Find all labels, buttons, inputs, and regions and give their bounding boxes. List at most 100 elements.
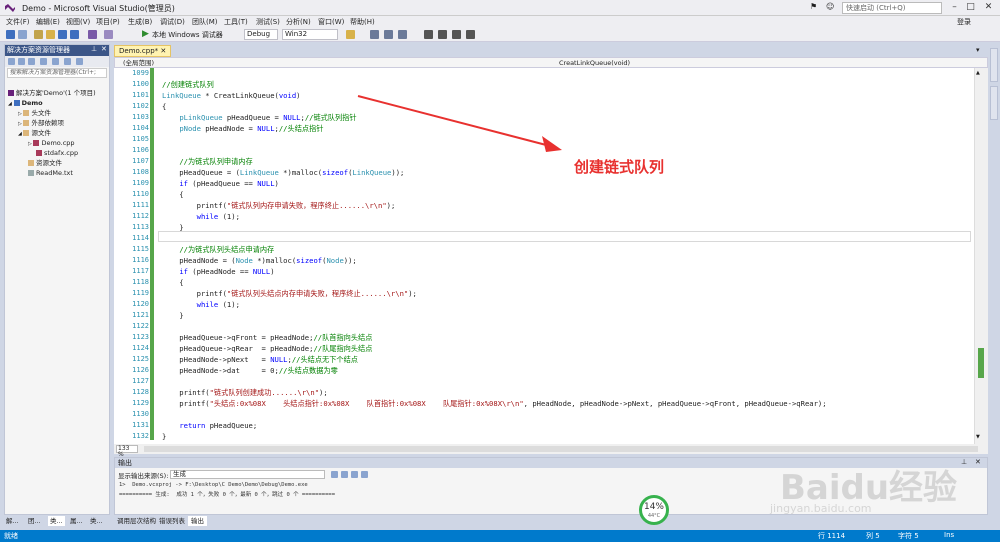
undo-icon[interactable]	[88, 30, 97, 39]
tree-source-files[interactable]: ◢ 源文件	[18, 128, 51, 138]
code-line[interactable]: if (pHeadNode == NULL)	[162, 267, 274, 276]
configuration-select[interactable]: Debug	[244, 29, 278, 40]
menu-team[interactable]: 团队(M)	[192, 17, 218, 27]
code-line[interactable]: printf("链式队列创建成功......\r\n");	[162, 388, 327, 398]
sol-properties-icon[interactable]	[76, 58, 83, 65]
tab-class-view[interactable]: 类...	[48, 516, 65, 526]
code-line[interactable]: }	[162, 432, 166, 441]
code-line[interactable]: printf("头结点:0x%08X 头结点指针:0x%08X 队首指针:0x%…	[162, 399, 826, 409]
indent-icon[interactable]	[384, 30, 393, 39]
tab-close-icon[interactable]: ✕	[160, 47, 166, 55]
menu-build[interactable]: 生成(B)	[128, 17, 152, 27]
code-line[interactable]: }	[162, 311, 183, 320]
solution-search-input[interactable]: 搜索解决方案资源管理器(Ctrl+;	[7, 68, 107, 78]
output-clear-icon[interactable]	[351, 471, 358, 478]
tab-demo-cpp[interactable]: Demo.cpp* ✕	[114, 45, 172, 57]
code-line[interactable]: printf("链式队列头结点内存申请失败，程序终止......\r\n");	[162, 289, 417, 299]
start-debug-icon[interactable]: ▶	[142, 29, 149, 39]
tab-team[interactable]: 团...	[26, 516, 43, 526]
new-project-icon[interactable]	[34, 30, 43, 39]
code-line[interactable]: pHeadQueue->qRear = pHeadNode;//队尾指向头结点	[162, 344, 372, 354]
code-line[interactable]: while (1);	[162, 212, 240, 221]
code-line[interactable]: pHeadQueue->qFront = pHeadNode;//队首指向头结点	[162, 333, 372, 343]
code-line[interactable]: LinkQueue * CreatLinkQueue(void)	[162, 91, 300, 100]
tab-overflow-icon[interactable]: ▾	[976, 46, 980, 54]
sign-in-link[interactable]: 登录	[957, 17, 971, 27]
platform-select[interactable]: Win32	[282, 29, 338, 40]
minimize-icon[interactable]: –	[948, 1, 961, 14]
tab-call-hierarchy[interactable]: 调用层次结构	[114, 516, 159, 526]
scope-dropdown[interactable]: (全局范围)	[123, 58, 154, 68]
zoom-select[interactable]: 133 %	[116, 445, 138, 458]
next-bookmark-icon[interactable]	[452, 30, 461, 39]
sol-home-icon[interactable]	[28, 58, 35, 65]
menu-view[interactable]: 视图(V)	[66, 17, 90, 27]
tree-resource-files[interactable]: 资源文件	[28, 158, 62, 168]
debugger-target[interactable]: 本地 Windows 调试器	[152, 30, 223, 40]
code-line[interactable]: if (pHeadQueue == NULL)	[162, 179, 279, 188]
menu-project[interactable]: 项目(P)	[96, 17, 120, 27]
save-all-icon[interactable]	[70, 30, 79, 39]
menu-edit[interactable]: 编辑(E)	[36, 17, 60, 27]
code-line[interactable]: pHeadNode = (Node *)malloc(sizeof(Node))…	[162, 256, 356, 265]
code-line[interactable]: //为链式队列申请内存	[162, 157, 252, 167]
output-prev-icon[interactable]	[341, 471, 348, 478]
code-line[interactable]: //为链式队列头结点申请内存	[162, 245, 274, 255]
scroll-up-icon[interactable]: ▲	[976, 70, 980, 76]
code-line[interactable]: {	[162, 190, 183, 199]
code-line[interactable]: //创建链式队列	[162, 80, 214, 90]
open-file-icon[interactable]	[46, 30, 55, 39]
code-line[interactable]: return pHeadQueue;	[162, 421, 257, 430]
tab-solution-explorer[interactable]: 解...	[4, 516, 21, 526]
code-line[interactable]: printf("链式队列内存申请失败，程序终止......\r\n");	[162, 201, 396, 211]
tab-output[interactable]: 输出	[188, 516, 207, 526]
vertical-scrollbar[interactable]: ▲ ▼	[974, 68, 988, 444]
menu-tools[interactable]: 工具(T)	[224, 17, 248, 27]
output-wrap-icon[interactable]	[361, 471, 368, 478]
code-line[interactable]: pNode pHeadNode = NULL;//头结点指针	[162, 124, 323, 134]
scroll-down-icon[interactable]: ▼	[976, 434, 980, 440]
toolbox-tab[interactable]	[990, 86, 998, 120]
menu-window[interactable]: 窗口(W)	[318, 17, 344, 27]
code-line[interactable]: pHeadNode->dat = 0;//头结点数据为零	[162, 366, 338, 376]
code-line[interactable]: pHeadQueue = (LinkQueue *)malloc(sizeof(…	[162, 168, 404, 177]
code-line[interactable]: {	[162, 278, 183, 287]
tree-project[interactable]: ◢ Demo	[8, 98, 43, 108]
tree-file-demo-cpp[interactable]: ▷ Demo.cpp	[28, 138, 75, 148]
find-icon[interactable]	[346, 30, 355, 39]
sol-collapse-icon[interactable]	[64, 58, 71, 65]
format-icon[interactable]	[370, 30, 379, 39]
tree-external-deps[interactable]: ▷ 外部依赖项	[18, 118, 64, 128]
tree-solution[interactable]: 解决方案'Demo'(1 个项目)	[8, 88, 96, 98]
panel-close-icon[interactable]: ✕	[101, 45, 107, 53]
tree-file-readme[interactable]: ReadMe.txt	[28, 168, 73, 178]
code-line[interactable]: {	[162, 102, 166, 111]
notification-flag-icon[interactable]: ⚑	[810, 2, 817, 11]
comment-icon[interactable]	[398, 30, 407, 39]
menu-file[interactable]: 文件(F)	[6, 17, 30, 27]
pin-icon[interactable]: ⊥	[91, 45, 97, 53]
output-find-icon[interactable]	[331, 471, 338, 478]
save-icon[interactable]	[58, 30, 67, 39]
feedback-icon[interactable]: ☺	[826, 2, 834, 11]
sol-refresh-icon[interactable]	[52, 58, 59, 65]
prev-bookmark-icon[interactable]	[438, 30, 447, 39]
sol-forward-icon[interactable]	[18, 58, 25, 65]
menu-analyze[interactable]: 分析(N)	[286, 17, 311, 27]
menu-test[interactable]: 测试(S)	[256, 17, 280, 27]
code-line[interactable]: pHeadNode->pNext = NULL;//头结点无下个结点	[162, 355, 358, 365]
tab-error-list[interactable]: 错误列表	[156, 516, 188, 526]
maximize-icon[interactable]: □	[964, 1, 977, 14]
redo-icon[interactable]	[104, 30, 113, 39]
code-line[interactable]: pLinkQueue pHeadQueue = NULL;//链式队列指针	[162, 113, 356, 123]
server-explorer-tab[interactable]	[990, 48, 998, 82]
sol-sync-icon[interactable]	[40, 58, 47, 65]
forward-icon[interactable]	[18, 30, 27, 39]
tab-properties[interactable]: 属...	[68, 516, 85, 526]
bookmark-icon[interactable]	[424, 30, 433, 39]
menu-help[interactable]: 帮助(H)	[350, 17, 375, 27]
close-icon[interactable]: ✕	[982, 1, 995, 14]
member-dropdown[interactable]: CreatLinkQueue(void)	[559, 58, 630, 68]
tab-class-2[interactable]: 类...	[88, 516, 105, 526]
tree-header-files[interactable]: ▷ 头文件	[18, 108, 51, 118]
